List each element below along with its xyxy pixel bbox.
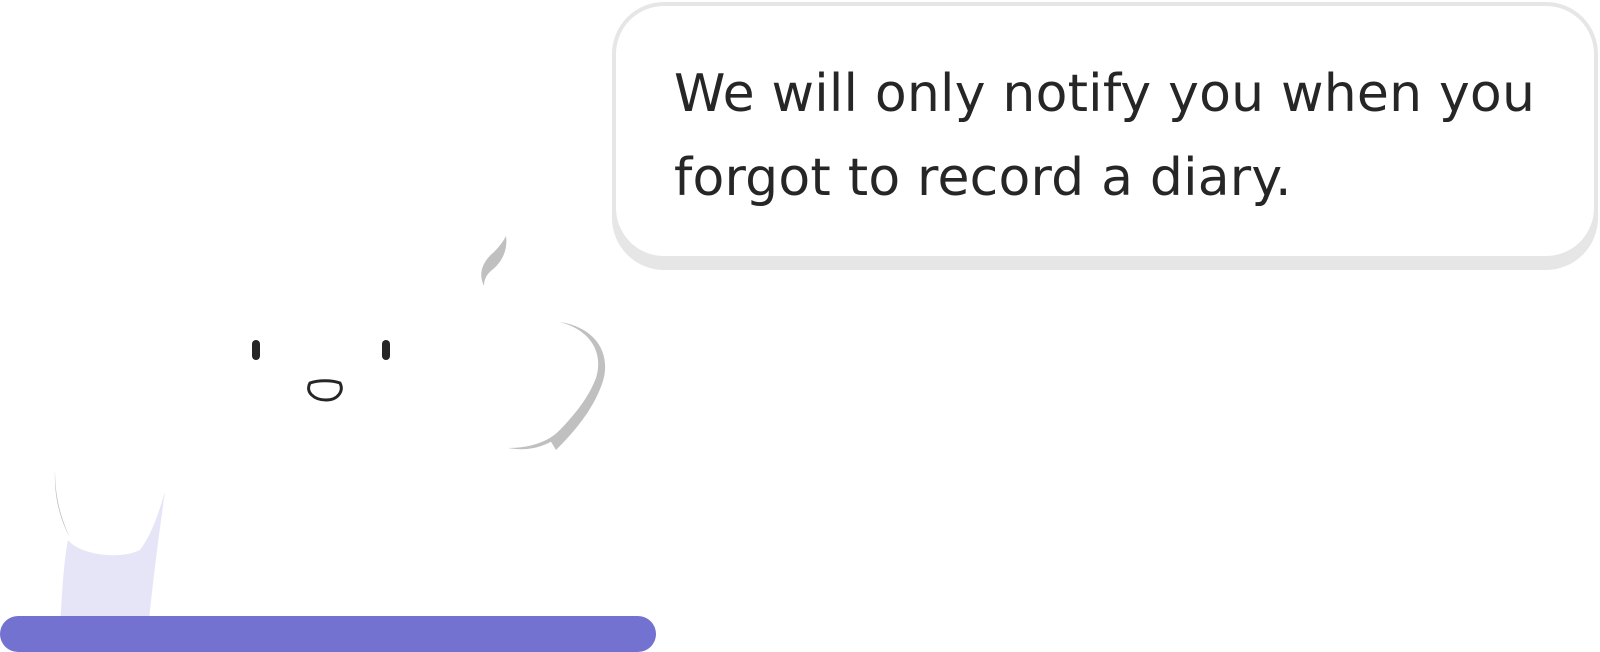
mascot-tail-shadow (54, 470, 70, 538)
mascot-left-eye (252, 340, 260, 360)
mascot-arm-shadow (550, 322, 606, 450)
ground-bar (0, 616, 656, 652)
speech-bubble: We will only notify you when you forgot … (612, 2, 1598, 260)
mascot-tail-inner (60, 492, 165, 630)
ghost-mascot-icon (0, 0, 660, 652)
notification-message: We will only notify you when you forgot … (674, 64, 1536, 208)
mascot-tuft-shadow (481, 236, 507, 286)
mascot-illustration (0, 236, 656, 652)
notification-info-screen: We will only notify you when you forgot … (0, 0, 1600, 652)
mascot-mouth (307, 379, 343, 402)
mascot-right-eye (382, 340, 390, 360)
